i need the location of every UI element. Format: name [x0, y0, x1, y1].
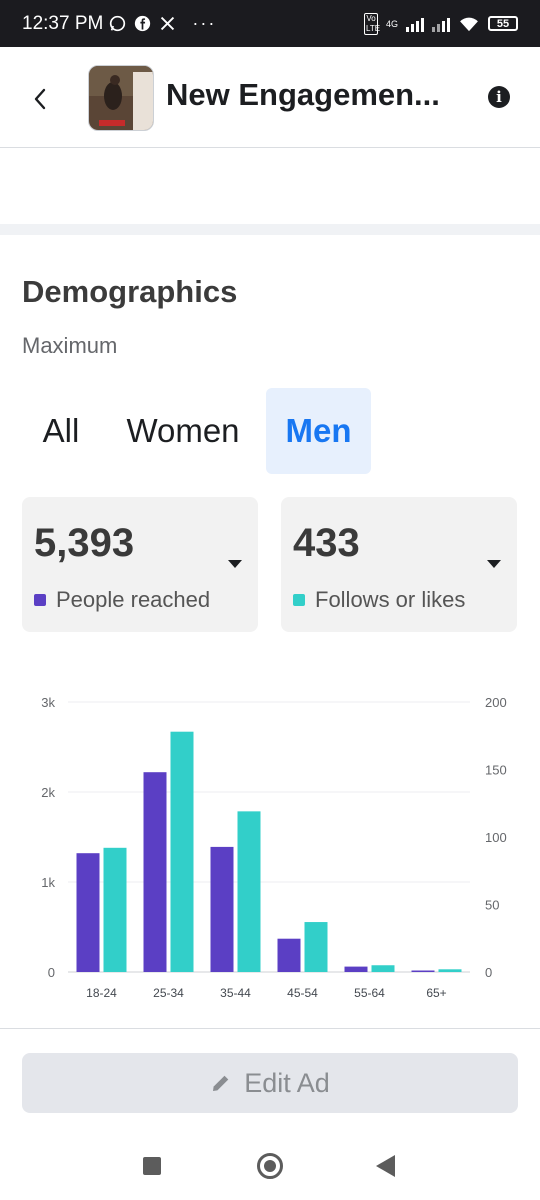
footer-divider [0, 1028, 540, 1029]
edit-ad-button[interactable]: Edit Ad [22, 1053, 518, 1113]
metric-value: 5,393 [34, 521, 135, 565]
status-bar: 12:37 PM ··· Vo LTE 4G 55 [0, 0, 540, 47]
app-header: New Engagemen... i [0, 47, 540, 148]
edit-ad-label: Edit Ad [244, 1067, 330, 1098]
more-dots-icon: ··· [192, 13, 217, 33]
section-divider [0, 224, 540, 235]
y-left-tick-label: 0 [48, 965, 55, 980]
legend-swatch-reached [34, 594, 46, 606]
bar-follows-or-likes [304, 922, 328, 972]
metric-label: People reached [56, 587, 211, 612]
bar-people-reached [344, 966, 368, 972]
system-back-button[interactable] [376, 1155, 395, 1177]
age-bar-chart: 0 1k 2k 3k 0 50 100 150 200 18-24 25-34 35-44 45-54 5… [41, 695, 507, 1000]
metric-card-people-reached[interactable]: 5,393 People reached [22, 497, 258, 632]
signal-icon-2 [432, 16, 450, 32]
bar-people-reached [210, 846, 234, 972]
metric-legend: People reached [34, 587, 210, 613]
volte-icon: Vo LTE [363, 12, 381, 35]
bar-people-reached [277, 938, 301, 972]
bar-people-reached [411, 970, 435, 972]
x-tick-label: 45-54 [287, 986, 318, 1000]
system-icons: Vo LTE 4G 55 [363, 12, 518, 35]
demographics-title: Demographics [22, 274, 238, 309]
network-type: 4G [385, 18, 398, 29]
metric-value: 433 [293, 521, 360, 565]
dropdown-caret-icon[interactable] [487, 560, 501, 568]
y-left-tick-label: 2k [41, 785, 55, 800]
campaign-title: New Engagemen... [166, 77, 440, 112]
bar-follows-or-likes [170, 731, 194, 972]
y-left-tick-label: 1k [41, 875, 55, 890]
x-tick-label: 55-64 [354, 986, 385, 1000]
metric-label: Follows or likes [315, 587, 466, 612]
recents-button[interactable] [143, 1157, 161, 1175]
x-tick-label: 35-44 [220, 986, 251, 1000]
tab-men[interactable]: Men [266, 388, 371, 474]
status-time: 12:37 PM [22, 12, 104, 34]
y-right-tick-label: 150 [485, 763, 507, 778]
bar-follows-or-likes [371, 965, 395, 972]
ad-thumbnail [88, 65, 154, 131]
pencil-icon [213, 1075, 229, 1091]
x-tick-label: 18-24 [86, 986, 117, 1000]
metric-card-follows[interactable]: 433 Follows or likes [281, 497, 517, 632]
info-icon[interactable]: i [488, 86, 510, 108]
y-right-tick-label: 50 [485, 898, 499, 913]
y-right-tick-label: 200 [485, 695, 507, 710]
back-button[interactable] [26, 85, 54, 113]
home-button[interactable] [257, 1153, 283, 1179]
signal-icon [406, 16, 424, 32]
y-left-tick-label: 3k [41, 695, 55, 710]
bar-follows-or-likes [438, 969, 462, 972]
dropdown-caret-icon[interactable] [228, 560, 242, 568]
gender-tabs: All Women Men [22, 388, 371, 474]
facebook-icon [135, 15, 151, 32]
wifi-icon [460, 17, 478, 31]
metric-legend: Follows or likes [293, 587, 465, 613]
tab-women[interactable]: Women [100, 388, 266, 474]
bar-follows-or-likes [103, 847, 127, 972]
bar-follows-or-likes [237, 811, 261, 972]
whatsapp-icon [110, 15, 126, 32]
x-tick-label: 65+ [426, 986, 446, 1000]
demographics-subtitle: Maximum [22, 333, 118, 358]
notification-icons: ··· [109, 13, 216, 34]
y-right-tick-label: 100 [485, 830, 507, 845]
battery-icon: 55 [488, 16, 518, 31]
system-nav-bar [0, 1138, 540, 1200]
y-right-tick-label: 0 [485, 965, 492, 980]
tab-all[interactable]: All [22, 388, 100, 474]
ad-creative-image [89, 66, 153, 130]
bar-people-reached [143, 772, 167, 972]
x-icon [161, 16, 175, 31]
bar-people-reached [76, 853, 100, 972]
x-tick-label: 25-34 [153, 986, 184, 1000]
chevron-left-icon [34, 88, 46, 110]
legend-swatch-follows [293, 594, 305, 606]
